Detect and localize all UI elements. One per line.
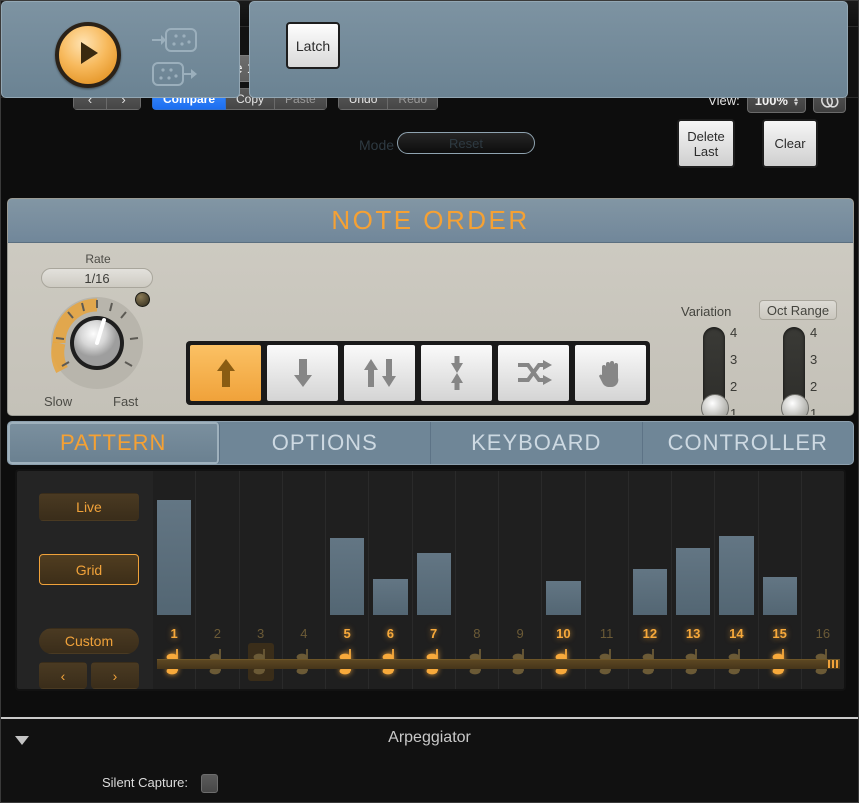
pattern-next-button[interactable]: › bbox=[91, 662, 139, 689]
step-velocity-bar[interactable] bbox=[633, 569, 667, 615]
pattern-prev-button[interactable]: ‹ bbox=[39, 662, 87, 689]
transport-left-panel bbox=[1, 1, 240, 98]
step-number-label[interactable]: 11 bbox=[586, 626, 628, 641]
pattern-step-cell[interactable]: 2 bbox=[196, 471, 239, 689]
pattern-step-cell[interactable]: 1 bbox=[153, 471, 196, 689]
pattern-step-cell[interactable]: 11 bbox=[586, 471, 629, 689]
step-velocity-bar[interactable] bbox=[546, 581, 580, 615]
step-velocity-bar[interactable] bbox=[417, 553, 451, 615]
step-velocity-bar[interactable] bbox=[373, 579, 407, 615]
oct-range-label: Oct Range bbox=[759, 300, 837, 320]
slow-label: Slow bbox=[44, 394, 72, 409]
step-number-label[interactable]: 7 bbox=[413, 626, 455, 641]
rate-label: Rate bbox=[68, 252, 128, 266]
pattern-live-button[interactable]: Live bbox=[39, 493, 139, 521]
step-velocity-bar[interactable] bbox=[676, 548, 710, 615]
length-handle-icon[interactable] bbox=[828, 660, 838, 668]
rate-led-icon bbox=[135, 292, 150, 307]
direction-random-button[interactable] bbox=[496, 343, 571, 403]
tab-options[interactable]: OPTIONS bbox=[220, 422, 432, 464]
mode-label: Mode bbox=[359, 137, 394, 153]
note-order-header: NOTE ORDER bbox=[8, 199, 853, 243]
direction-up-button[interactable] bbox=[188, 343, 263, 403]
pattern-step-cell[interactable]: 10 bbox=[542, 471, 585, 689]
step-number-label[interactable]: 15 bbox=[759, 626, 801, 641]
pattern-step-cell[interactable]: 6 bbox=[369, 471, 412, 689]
fast-label: Fast bbox=[113, 394, 138, 409]
delete-last-line1: Delete bbox=[687, 129, 725, 144]
step-number-label[interactable]: 12 bbox=[629, 626, 671, 641]
pattern-step-cell[interactable]: 15 bbox=[759, 471, 802, 689]
tab-bar: PATTERN OPTIONS KEYBOARD CONTROLLER bbox=[7, 421, 854, 465]
silent-capture-label: Silent Capture: bbox=[102, 775, 188, 790]
oct-range-slider[interactable] bbox=[783, 327, 805, 416]
pattern-step-grid[interactable]: 12345678910111213141516 bbox=[153, 471, 844, 689]
silent-capture-checkbox[interactable] bbox=[201, 774, 218, 793]
variation-tick-labels: 4 3 2 1 bbox=[730, 327, 744, 416]
step-number-label[interactable]: 4 bbox=[283, 626, 325, 641]
step-velocity-bar[interactable] bbox=[719, 536, 753, 615]
step-number-label[interactable]: 2 bbox=[196, 626, 238, 641]
pattern-step-cell[interactable]: 7 bbox=[413, 471, 456, 689]
oct-range-tick-labels: 4 3 2 1 bbox=[810, 327, 824, 416]
tab-controller[interactable]: CONTROLLER bbox=[643, 422, 854, 464]
step-velocity-bar[interactable] bbox=[157, 500, 191, 615]
plugin-name: Arpeggiator bbox=[1, 729, 858, 747]
note-order-direction-buttons bbox=[186, 341, 650, 405]
direction-outside-in-button[interactable] bbox=[419, 343, 494, 403]
pattern-step-cell[interactable]: 4 bbox=[283, 471, 326, 689]
pattern-custom-button[interactable]: Custom bbox=[39, 628, 139, 654]
pattern-grid-button[interactable]: Grid bbox=[39, 554, 139, 585]
mode-value-field[interactable]: Reset bbox=[397, 132, 535, 154]
step-number-label[interactable]: 14 bbox=[715, 626, 757, 641]
pattern-editor: Live Grid Custom ‹ › 1234567891011121314… bbox=[15, 469, 846, 691]
rate-value-field[interactable]: 1/16 bbox=[41, 268, 153, 288]
note-order-title: NOTE ORDER bbox=[331, 205, 529, 236]
midi-out-icon[interactable] bbox=[150, 59, 200, 89]
plugin-window: Screenshot Track Complex Chord Groove 10… bbox=[0, 0, 859, 803]
step-number-label[interactable]: 16 bbox=[802, 626, 844, 641]
midi-in-icon[interactable] bbox=[150, 25, 200, 55]
direction-up-down-button[interactable] bbox=[342, 343, 417, 403]
latch-button[interactable]: Latch bbox=[286, 22, 340, 69]
note-order-section: NOTE ORDER Rate 1/16 bbox=[7, 198, 854, 416]
pattern-step-cell[interactable]: 9 bbox=[499, 471, 542, 689]
step-number-label[interactable]: 8 bbox=[456, 626, 498, 641]
step-number-label[interactable]: 5 bbox=[326, 626, 368, 641]
step-number-label[interactable]: 9 bbox=[499, 626, 541, 641]
tab-keyboard[interactable]: KEYBOARD bbox=[431, 422, 643, 464]
pattern-step-cell[interactable]: 13 bbox=[672, 471, 715, 689]
pattern-step-cell[interactable]: 12 bbox=[629, 471, 672, 689]
play-icon[interactable] bbox=[55, 22, 121, 88]
clear-button[interactable]: Clear bbox=[762, 119, 818, 168]
direction-down-button[interactable] bbox=[265, 343, 340, 403]
pattern-step-cell[interactable]: 16 bbox=[802, 471, 844, 689]
pattern-length-bar[interactable] bbox=[157, 659, 840, 669]
step-velocity-bar[interactable] bbox=[330, 538, 364, 615]
rate-knob[interactable] bbox=[48, 294, 146, 392]
direction-as-played-button[interactable] bbox=[573, 343, 648, 403]
pattern-step-cell[interactable]: 5 bbox=[326, 471, 369, 689]
plugin-footer: Arpeggiator Silent Capture: bbox=[1, 717, 858, 802]
step-number-label[interactable]: 1 bbox=[153, 626, 195, 641]
step-number-label[interactable]: 13 bbox=[672, 626, 714, 641]
variation-slider[interactable] bbox=[703, 327, 725, 416]
pattern-step-cells: 12345678910111213141516 bbox=[153, 471, 844, 689]
step-number-label[interactable]: 3 bbox=[240, 626, 282, 641]
step-velocity-bar[interactable] bbox=[763, 577, 797, 615]
pattern-step-cell[interactable]: 8 bbox=[456, 471, 499, 689]
tab-pattern[interactable]: PATTERN bbox=[8, 422, 220, 464]
variation-label: Variation bbox=[681, 304, 731, 319]
delete-last-line2: Last bbox=[694, 144, 719, 159]
note-order-body: Rate 1/16 bbox=[8, 243, 853, 416]
delete-last-button[interactable]: Delete Last bbox=[677, 119, 735, 168]
oct-range-slider-knob[interactable] bbox=[781, 394, 809, 416]
step-number-label[interactable]: 6 bbox=[369, 626, 411, 641]
step-number-label[interactable]: 10 bbox=[542, 626, 584, 641]
variation-slider-knob[interactable] bbox=[701, 394, 729, 416]
play-triangle-icon bbox=[81, 42, 98, 64]
pattern-mode-panel: Live Grid Custom ‹ › bbox=[17, 471, 153, 689]
pattern-step-cell[interactable]: 3 bbox=[240, 471, 283, 689]
pattern-step-cell[interactable]: 14 bbox=[715, 471, 758, 689]
